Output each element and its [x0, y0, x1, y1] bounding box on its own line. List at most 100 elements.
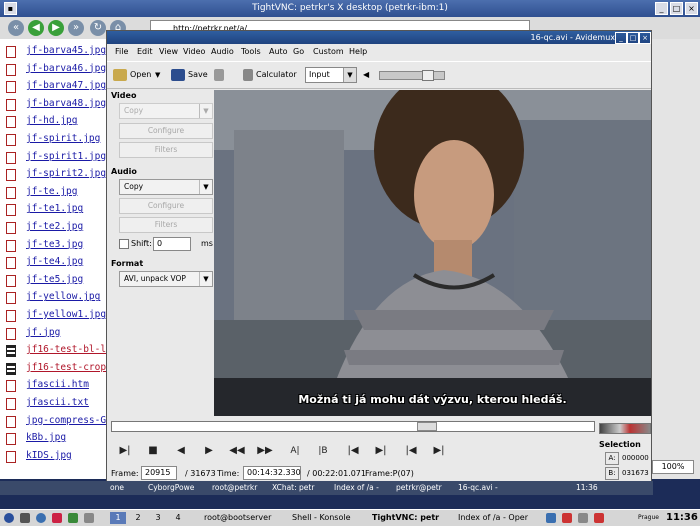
file-list-item[interactable]: jf-te3.jpg	[6, 237, 108, 255]
file-link[interactable]: kIDS.jpg	[26, 450, 72, 461]
file-link[interactable]: jf-barva47.jpg	[26, 80, 106, 91]
file-link[interactable]: jf-te3.jpg	[26, 239, 83, 250]
help-icon[interactable]	[52, 513, 62, 523]
file-link[interactable]: kBb.jpg	[26, 432, 66, 443]
menu-video[interactable]: Video	[183, 47, 205, 56]
file-list-item[interactable]: jf-barva45.jpg	[6, 43, 108, 61]
file-list-item[interactable]: kBb.jpg	[6, 430, 108, 448]
menu-go[interactable]: Go	[293, 47, 304, 56]
goto-last-frame-icon[interactable]: ▶|	[431, 444, 447, 458]
menu-view[interactable]: View	[159, 47, 178, 56]
file-list-item[interactable]: jf-te.jpg	[6, 184, 108, 202]
file-link[interactable]: jf-barva48.jpg	[26, 98, 106, 109]
next-keyframe-icon[interactable]: ▶▶	[257, 444, 273, 458]
video-codec-select[interactable]: Copy ▼	[119, 103, 213, 119]
play-filtered-icon[interactable]: ▶|	[117, 444, 133, 458]
file-list-item[interactable]: jf-spirit.jpg	[6, 131, 108, 149]
file-link[interactable]: jf-te1.jpg	[26, 203, 83, 214]
set-marker-a-icon[interactable]: A|	[287, 444, 303, 458]
audio-filters-button[interactable]: Filters	[119, 217, 213, 233]
workspace-4[interactable]: 4	[170, 512, 186, 524]
menu-custom[interactable]: Custom	[313, 47, 344, 56]
taskbar-item-active[interactable]: TightVNC: petr	[372, 512, 439, 524]
file-link[interactable]: jf16-test-bl-l	[26, 344, 106, 355]
file-link[interactable]: jf-spirit1.jpg	[26, 151, 106, 162]
menu-edit[interactable]: Edit	[137, 47, 153, 56]
video-filters-button[interactable]: Filters	[119, 142, 213, 158]
mail-icon[interactable]	[84, 513, 94, 523]
next-frame-icon[interactable]: ▶	[201, 444, 217, 458]
speaker-icon[interactable]	[578, 513, 588, 523]
timeline-slider[interactable]	[111, 421, 595, 432]
time-input[interactable]: 00:14:32.330	[243, 466, 301, 480]
file-list-item[interactable]: jf-te4.jpg	[6, 254, 108, 272]
back-icon[interactable]: ◀	[28, 20, 44, 36]
remote-task-item[interactable]: one	[110, 483, 124, 493]
file-link[interactable]: jf-te2.jpg	[26, 221, 83, 232]
workspace-1[interactable]: 1	[110, 512, 126, 524]
input-select[interactable]: Input ▼	[305, 67, 357, 83]
file-link[interactable]: jpg-compress-G	[26, 415, 106, 426]
selection-b-button[interactable]: B:	[605, 467, 619, 480]
maximize-button[interactable]: □	[670, 2, 683, 15]
file-list-item[interactable]: jf-yellow1.jpg	[6, 307, 108, 325]
remote-task-item[interactable]: Index of /a -	[334, 483, 379, 493]
browser-icon[interactable]	[36, 513, 46, 523]
file-link[interactable]: jf-te.jpg	[26, 186, 77, 197]
save-button[interactable]: Save	[171, 66, 208, 84]
shell-icon[interactable]	[68, 513, 78, 523]
next-black-frame-icon[interactable]: ▶|	[373, 444, 389, 458]
taskbar-item[interactable]: Index of /a - Oper	[458, 512, 528, 524]
fast-forward-icon[interactable]: »	[68, 20, 84, 36]
previous-black-frame-icon[interactable]: |◀	[345, 444, 361, 458]
file-list-item[interactable]: jfascii.txt	[6, 395, 108, 413]
terminal-icon[interactable]	[20, 513, 30, 523]
audio-codec-select[interactable]: Copy ▼	[119, 179, 213, 195]
remote-task-item[interactable]: root@petrkr	[212, 483, 257, 493]
network-icon[interactable]	[546, 513, 556, 523]
previous-frame-icon[interactable]: ◀	[173, 444, 189, 458]
file-list-item[interactable]: jf-hd.jpg	[6, 113, 108, 131]
timeline-handle[interactable]	[417, 422, 437, 431]
file-list-item[interactable]: jf-barva46.jpg	[6, 61, 108, 79]
workspace-3[interactable]: 3	[150, 512, 166, 524]
file-link[interactable]: jf-barva45.jpg	[26, 45, 106, 56]
remote-task-item[interactable]: petrkr@petr	[396, 483, 442, 493]
tray-icon[interactable]	[562, 513, 572, 523]
menu-file[interactable]: File	[115, 47, 128, 56]
file-list-item[interactable]: jf16-test-bl-l	[6, 342, 108, 360]
frame-input[interactable]: 20915	[141, 466, 177, 480]
remote-task-item[interactable]: CyborgPowe	[148, 483, 194, 493]
reload-icon[interactable]: ↻	[90, 20, 106, 36]
close-button[interactable]: ×	[639, 32, 651, 44]
close-button[interactable]: ×	[685, 2, 698, 15]
file-list-item[interactable]: jpg-compress-G	[6, 413, 108, 431]
file-list-item[interactable]: jf-yellow.jpg	[6, 289, 108, 307]
set-marker-b-icon[interactable]: |B	[315, 444, 331, 458]
file-link[interactable]: jf-te4.jpg	[26, 256, 83, 267]
remote-task-item[interactable]: 16-qc.avi -	[458, 483, 498, 493]
file-link[interactable]: jf-spirit2.jpg	[26, 168, 106, 179]
file-link[interactable]: jfascii.htm	[26, 379, 89, 390]
file-list-item[interactable]: jf-spirit1.jpg	[6, 149, 108, 167]
file-list-item[interactable]: jf.jpg	[6, 325, 108, 343]
zoom-level[interactable]: 100%	[652, 460, 694, 474]
file-link[interactable]: jf-te5.jpg	[26, 274, 83, 285]
file-link[interactable]: jf-barva46.jpg	[26, 63, 106, 74]
shift-input[interactable]: 0	[153, 237, 191, 251]
stop-icon[interactable]: ■	[145, 444, 161, 458]
calculator-button[interactable]: Calculator	[243, 66, 297, 84]
taskbar-item[interactable]: Shell - Konsole	[292, 512, 351, 524]
video-configure-button[interactable]: Configure	[119, 123, 213, 139]
file-link[interactable]: jf.jpg	[26, 327, 60, 338]
file-link[interactable]: jf-yellow.jpg	[26, 291, 100, 302]
maximize-button[interactable]: □	[627, 32, 639, 44]
rewind-icon[interactable]: «	[8, 20, 24, 36]
menu-tools[interactable]: Tools	[241, 47, 261, 56]
file-list-item[interactable]: kIDS.jpg	[6, 448, 108, 466]
forward-icon[interactable]: ▶	[48, 20, 64, 36]
audio-configure-button[interactable]: Configure	[119, 198, 213, 214]
taskbar-item[interactable]: root@bootserver	[204, 512, 271, 524]
file-list-item[interactable]: jf16-test-crop	[6, 360, 108, 378]
file-list-item[interactable]: jfascii.htm	[6, 377, 108, 395]
